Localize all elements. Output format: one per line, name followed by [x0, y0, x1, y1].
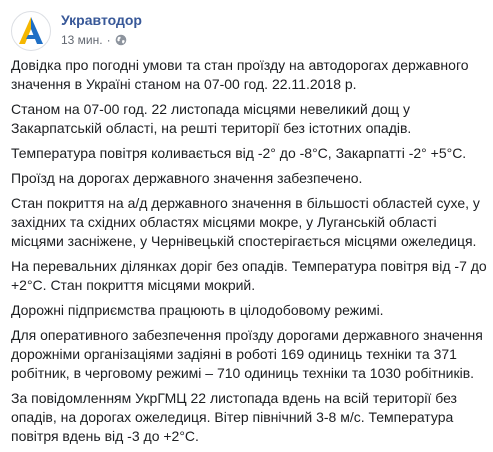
post-paragraph: Стан покриття на а/д державного значення… — [11, 195, 480, 249]
post-paragraph: Довідка про погодні умови та стан проїзд… — [11, 57, 469, 92]
post-paragraph: На перевальних ділянках доріг без опадів… — [11, 258, 487, 293]
page-name-link[interactable]: Укравтодор — [61, 11, 142, 29]
post-paragraph: Температура повітря коливається від -2° … — [11, 145, 467, 161]
post-paragraph: За повідомленням УкрГМЦ 22 листопада вде… — [11, 390, 457, 444]
meta-separator: · — [106, 33, 111, 47]
post-header: Укравтодор 13 мин. · — [0, 0, 493, 52]
post-text: Довідка про погодні умови та стан проїзд… — [11, 56, 487, 452]
post-paragraph: Для оперативного забезпечення проїзду до… — [11, 327, 483, 381]
post-paragraph: Станом на 07-00 год. 22 листопада місцям… — [11, 101, 412, 136]
facebook-post: Укравтодор 13 мин. · Довідка про погодні… — [0, 0, 493, 448]
post-meta: 13 мин. · — [61, 32, 127, 48]
post-timestamp[interactable]: 13 мин. — [61, 32, 103, 48]
post-paragraph: Проїзд на дорогах державного значення за… — [11, 170, 363, 186]
globe-icon[interactable] — [115, 34, 127, 46]
post-paragraph: Дорожні підприємства працюють в цілодобо… — [11, 302, 384, 318]
ukravtodor-logo-icon — [19, 17, 43, 44]
avatar[interactable] — [11, 11, 51, 51]
